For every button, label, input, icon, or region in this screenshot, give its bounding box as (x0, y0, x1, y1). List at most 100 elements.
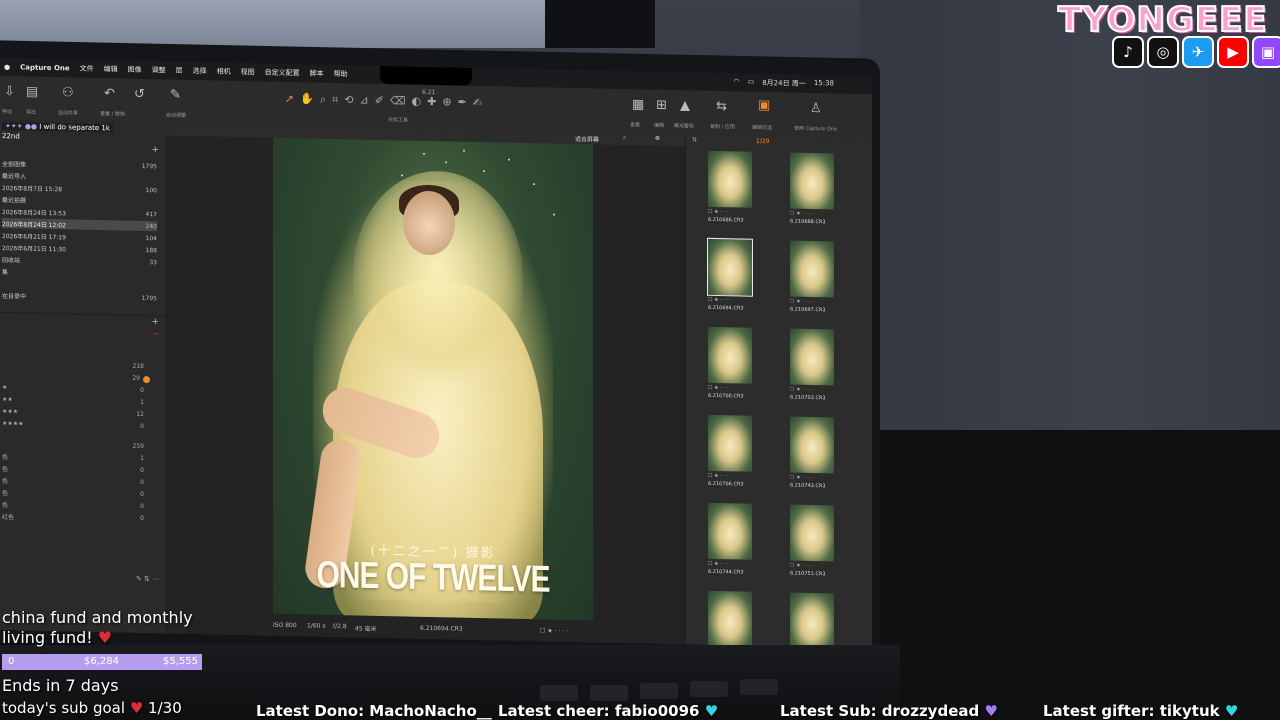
rating-row[interactable]: ★★★★ 0 (2, 420, 152, 433)
filter-add-icon[interactable]: + (151, 317, 159, 327)
twitch-icon[interactable]: ▣ (1252, 36, 1280, 68)
thumbnail[interactable]: ☐ ★ · · · · 6.210703.CR3 (784, 326, 842, 411)
panel-tools-icon[interactable]: ✎ ⇅ ⋯ (136, 575, 159, 583)
menu-file[interactable]: 文件 (80, 64, 94, 74)
menu-view[interactable]: 视图 (241, 67, 255, 77)
menubar-time[interactable]: 15:38 (814, 79, 834, 89)
battery-icon[interactable]: ▭ (748, 78, 755, 88)
zoom-search-icon[interactable]: ⌕ (623, 134, 626, 142)
color-tag-row[interactable]: 红色 0 (2, 512, 152, 525)
rating-row[interactable]: ★★ 1 (2, 396, 152, 409)
collection-sets[interactable]: 集 (2, 266, 157, 279)
view-icon[interactable]: ▦ (632, 97, 644, 112)
rating-row[interactable]: 29 (2, 372, 152, 385)
filter-remove-icon[interactable]: − (152, 329, 159, 338)
thumbnail-rating[interactable]: ☐ ★ · · · · (790, 299, 813, 305)
grid-icon[interactable]: ⊞ (656, 98, 667, 113)
collection-trash[interactable]: 回收站 33 (2, 254, 157, 267)
thumbnail-rating[interactable]: ☐ ★ · · · · (708, 297, 731, 303)
twitter-icon[interactable]: ✈ (1182, 36, 1214, 68)
thumbnail-rating[interactable]: ☐ ★ · · · · (790, 211, 813, 217)
thumbnail[interactable]: ☐ ★ · · · · 6.210700.CR3 (702, 325, 760, 410)
menu-adjust[interactable]: 调整 (152, 65, 166, 75)
collection-import-0807[interactable]: 2026年8月7日 15:28 100 (2, 182, 157, 195)
add-collection-icon[interactable]: + (151, 145, 159, 155)
heal-icon[interactable]: ✚ (427, 95, 436, 109)
thumbnail-rating[interactable]: ☐ ★ · · · · (790, 563, 813, 569)
rating-row[interactable]: ★ 0 (2, 384, 152, 397)
gradient-icon[interactable]: ◐ (412, 95, 422, 109)
copy-apply-icon[interactable]: ⇆ (716, 99, 727, 114)
undo-icon[interactable]: ↶ (104, 86, 115, 101)
thumbnail[interactable]: ☐ ★ · · · · 6.210706.CR3 (702, 413, 760, 498)
thumbnail[interactable]: ☐ ★ · · · · 6.210688.CR3 (784, 150, 842, 235)
menu-custom-config[interactable]: 自定义配置 (265, 68, 300, 79)
instagram-icon[interactable]: ◎ (1147, 36, 1179, 68)
pan-icon[interactable]: ✋ (300, 92, 314, 106)
exposure-warning-icon[interactable]: ▲ (680, 98, 690, 113)
thumbnail-rating[interactable]: ☐ ★ · · · · (790, 387, 813, 393)
color-tag-row[interactable]: 259 (2, 440, 152, 453)
thumbnail[interactable]: ☐ ★ · · · · 6.210744.CR3 (702, 501, 760, 586)
menubar-date[interactable]: 8月24日 周一 (762, 78, 806, 89)
select-cursor-icon[interactable]: ➚ (285, 92, 294, 106)
thumbnail[interactable]: ☐ ★ · · · · 6.210697.CR3 (784, 238, 842, 323)
color-tag-row[interactable]: 色0 (2, 488, 152, 501)
collection-0621-1719[interactable]: 2026年6月21日 17:19 104 (2, 230, 157, 243)
export-icon[interactable]: ⇩ (4, 84, 15, 99)
collection-in-catalog[interactable]: 在目录中 1795 (2, 290, 157, 303)
thumbnail[interactable] (702, 589, 760, 649)
thumbnail-rating[interactable]: ☐ ★ · · · · (708, 209, 731, 215)
thumbnail-rating[interactable]: ☐ ★ · · · · (708, 385, 731, 391)
browser-filter-icon[interactable]: ⇅ (692, 136, 697, 143)
wifi-icon[interactable]: ◠ (733, 77, 739, 87)
picker-icon[interactable]: ✒ (458, 96, 467, 110)
color-tag-row[interactable]: 色0 (2, 464, 152, 477)
tiktok-icon[interactable]: ♪ (1112, 36, 1144, 68)
zoom-in-icon[interactable]: ⊕ (655, 135, 660, 142)
color-tag-row[interactable]: 色1 (2, 452, 152, 465)
thumbnail[interactable]: ☐ ★ · · · · 6.210751.CR3 (784, 502, 842, 587)
auto-adjust-icon[interactable]: ✎ (170, 88, 181, 103)
menu-app-name[interactable]: Capture One (20, 63, 70, 72)
thumbnail[interactable] (784, 590, 842, 649)
brush-icon[interactable]: ✐ (375, 94, 384, 108)
viewer-rating-stars[interactable]: ☐ ★ · · · · (540, 627, 568, 635)
rating-row[interactable]: 218 (2, 360, 152, 373)
menu-layer[interactable]: 层 (176, 66, 183, 76)
collection-recent-import[interactable]: 最近导入 (2, 170, 157, 183)
thumbnail[interactable]: ☐ ★ · · · · 6.210743.CR3 (784, 414, 842, 499)
export2-icon[interactable]: ▤ (26, 85, 38, 100)
menu-select[interactable]: 选择 (193, 66, 207, 76)
keystone-icon[interactable]: ⊿ (360, 94, 369, 108)
collection-0621-1130[interactable]: 2026年6月21日 11:30 188 (2, 242, 157, 255)
youtube-icon[interactable]: ▶ (1217, 36, 1249, 68)
reset-icon[interactable]: ↺ (134, 87, 145, 102)
collection-recent-capture[interactable]: 最近拍摄 (2, 194, 157, 207)
user-icon[interactable]: ♙ (810, 101, 822, 116)
menu-image[interactable]: 图像 (128, 65, 142, 75)
apple-icon[interactable]: ● (4, 63, 10, 71)
thumbnail[interactable]: ☐ ★ · · · · 6.210694.CR3 (702, 237, 760, 322)
collection-0824-1353[interactable]: 2026年8月24日 13:53 417 (2, 206, 157, 219)
edit-selected-icon[interactable]: ▣ (758, 98, 770, 113)
eraser-icon[interactable]: ⌫ (390, 94, 406, 108)
color-tag-row[interactable]: 色0 (2, 500, 152, 513)
thumbnail-rating[interactable]: ☐ ★ · · · · (708, 561, 731, 567)
annotate-icon[interactable]: ✍ (473, 96, 482, 110)
collection-all[interactable]: 全部图像 1795 (2, 158, 157, 171)
menu-camera[interactable]: 相机 (217, 67, 231, 77)
color-tag-row[interactable]: 色0 (2, 476, 152, 489)
thumbnail-rating[interactable]: ☐ ★ · · · · (790, 475, 813, 481)
loupe-icon[interactable]: ⌕ (320, 93, 326, 107)
collection-0824-1202[interactable]: 2026年8月24日 12:02 240 (2, 218, 157, 232)
rotate-icon[interactable]: ⟲ (344, 93, 353, 107)
share-icon[interactable]: ⚇ (62, 85, 74, 100)
crop-icon[interactable]: ⌗ (332, 93, 338, 107)
main-photo[interactable]: (十二之一™) 摄影 ONE OF TWELVE (273, 137, 593, 621)
collection-blank[interactable] (2, 278, 157, 291)
thumbnail[interactable]: ☐ ★ · · · · 6.210686.CR3 (702, 149, 760, 234)
rating-row[interactable]: ★★★ 12 (2, 408, 152, 421)
menu-edit[interactable]: 编辑 (104, 64, 118, 74)
menu-scripts[interactable]: 脚本 (310, 68, 324, 78)
